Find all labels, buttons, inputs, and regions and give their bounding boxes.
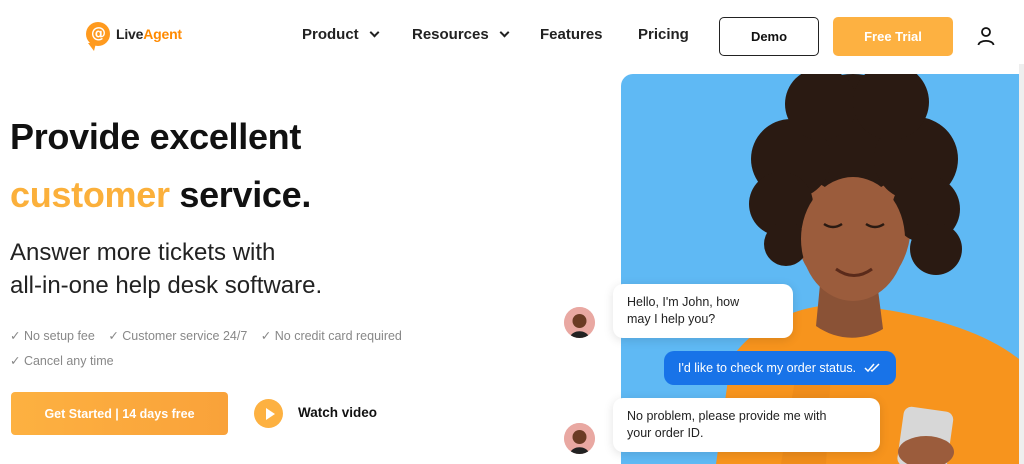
brand-logo[interactable]: LiveAgent bbox=[86, 22, 182, 51]
nav-pricing-label: Pricing bbox=[638, 26, 689, 43]
double-check-icon bbox=[864, 363, 880, 373]
nav-pricing[interactable]: Pricing bbox=[638, 26, 689, 43]
hero-title-line1: Provide excellent bbox=[10, 116, 302, 157]
agent-avatar bbox=[564, 307, 595, 338]
agent-avatar bbox=[564, 423, 595, 454]
play-icon[interactable] bbox=[254, 399, 283, 428]
chevron-down-icon bbox=[369, 27, 380, 38]
nav-features-label: Features bbox=[540, 26, 603, 43]
chat-message-line: Hello, I'm John, how bbox=[627, 295, 740, 309]
brand-name: LiveAgent bbox=[116, 26, 182, 42]
nav-product-label: Product bbox=[302, 26, 359, 43]
watch-video-link[interactable]: Watch video bbox=[298, 405, 377, 420]
nav-features[interactable]: Features bbox=[540, 26, 603, 43]
chat-message-line: your order ID. bbox=[627, 426, 704, 440]
chat-message-agent: No problem, please provide me with your … bbox=[613, 398, 880, 452]
nav-product[interactable]: Product bbox=[302, 26, 380, 43]
page: LiveAgent Product Resources Features Pri… bbox=[0, 0, 1024, 464]
hero-subtitle-line1: Answer more tickets with bbox=[10, 239, 276, 266]
nav-resources-label: Resources bbox=[412, 26, 489, 43]
chat-message-agent: Hello, I'm John, how may I help you? bbox=[613, 284, 793, 338]
check-customer-service: ✓ Customer service 24/7 bbox=[108, 329, 248, 343]
check-cancel-any-time: ✓ Cancel any time bbox=[10, 354, 114, 368]
check-no-setup-fee: ✓ No setup fee bbox=[10, 329, 95, 343]
get-started-button[interactable]: Get Started | 14 days free bbox=[11, 392, 228, 435]
user-icon[interactable] bbox=[976, 26, 996, 46]
chevron-down-icon bbox=[499, 27, 510, 38]
chat-message-line: No problem, please provide me with bbox=[627, 409, 827, 423]
hero-title-rest: service. bbox=[169, 174, 312, 215]
hero-subtitle: Answer more tickets with all-in-one help… bbox=[10, 236, 322, 302]
feature-checklist: ✓ No setup fee ✓ Customer service 24/7 ✓… bbox=[10, 324, 412, 374]
scrollbar[interactable] bbox=[1019, 64, 1024, 464]
liveagent-logo-icon bbox=[86, 22, 110, 51]
free-trial-button[interactable]: Free Trial bbox=[833, 17, 953, 56]
chat-message-user: I'd like to check my order status. bbox=[664, 351, 897, 385]
check-no-credit-card: ✓ No credit card required bbox=[260, 329, 402, 343]
hero-title-accent: customer bbox=[10, 174, 170, 215]
nav-resources[interactable]: Resources bbox=[412, 26, 510, 43]
chat-message-text: I'd like to check my order status. bbox=[678, 360, 857, 375]
hero-title: Provide excellent customer service. bbox=[10, 108, 311, 224]
hero-subtitle-line2: all-in-one help desk software. bbox=[10, 272, 323, 299]
chat-message-line: may I help you? bbox=[627, 312, 716, 326]
demo-button[interactable]: Demo bbox=[719, 17, 819, 56]
